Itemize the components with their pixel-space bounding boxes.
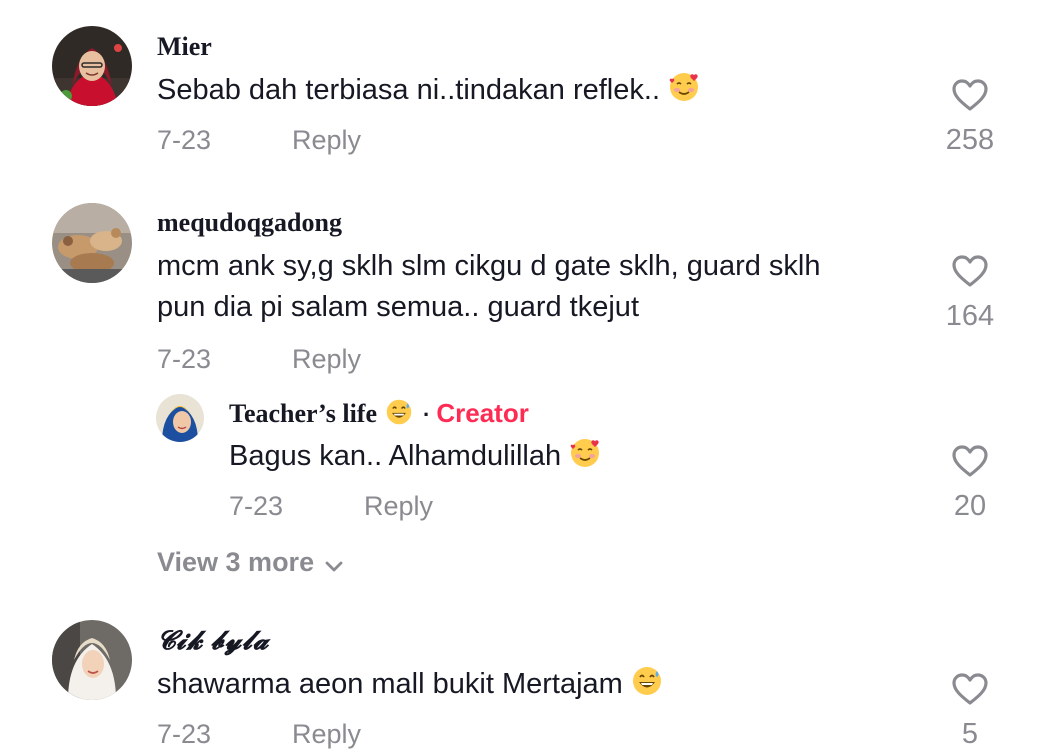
comment-text-line: pun dia pi salam semua.. guard tkejut [157,291,639,323]
like-count: 5 [961,718,979,750]
creator-badge: Creator [436,398,529,428]
grinning-face-with-sweat-icon [385,398,413,433]
avatar-mequdoqgadong[interactable] [52,203,132,283]
comment-author[interactable]: mequdoqgadong [157,208,342,238]
reply-button[interactable]: Reply [292,718,361,750]
comment-author[interactable]: 𝓒𝓲𝓴 𝓫𝔂𝓵𝓪 [157,626,269,656]
comment-text-content: shawarma aeon mall bukit Mertajam [157,668,623,700]
like-heart-icon[interactable] [951,444,989,478]
reply-author-line: Teacher’s life · Creator [229,398,529,433]
smiling-face-with-hearts-icon [668,71,700,115]
reply-button[interactable]: Reply [292,343,361,375]
like-count: 258 [945,124,995,156]
chevron-down-icon [324,548,344,580]
smiling-face-with-hearts-icon [569,437,601,481]
like-heart-icon[interactable] [951,254,989,288]
like-heart-icon[interactable] [951,672,989,706]
reply-text-content: Bagus kan.. Alhamdulillah [229,440,562,472]
like-count: 164 [945,300,995,332]
like-count: 20 [953,490,987,522]
comment-text: shawarma aeon mall bukit Mertajam [157,664,663,709]
reply-text: Bagus kan.. Alhamdulillah [229,436,601,481]
reply-button[interactable]: Reply [364,490,433,522]
avatar-mier[interactable] [52,26,132,106]
view-more-replies-button[interactable]: View 3 more [157,546,344,580]
separator-dot: · [423,402,431,427]
avatar-teachers-life[interactable] [156,394,204,442]
view-more-label: View 3 more [157,547,315,577]
comment-text-content: Sebab dah terbiasa ni..tindakan reflek.. [157,74,660,106]
comment-date: 7-23 [157,719,212,749]
avatar-cik-zyla[interactable] [52,620,132,700]
comment-date: 7-23 [157,125,212,155]
grinning-face-with-sweat-icon [631,665,663,709]
reply-author[interactable]: Teacher’s life [229,399,377,428]
comment-date: 7-23 [157,344,212,374]
comment-author[interactable]: Mier [157,32,212,62]
like-heart-icon[interactable] [951,78,989,112]
reply-date: 7-23 [229,491,284,521]
reply-button[interactable]: Reply [292,124,361,156]
comment-text: Sebab dah terbiasa ni..tindakan reflek.. [157,70,700,115]
comment-text-line: mcm ank sy,g sklh slm cikgu d gate sklh,… [157,250,821,282]
